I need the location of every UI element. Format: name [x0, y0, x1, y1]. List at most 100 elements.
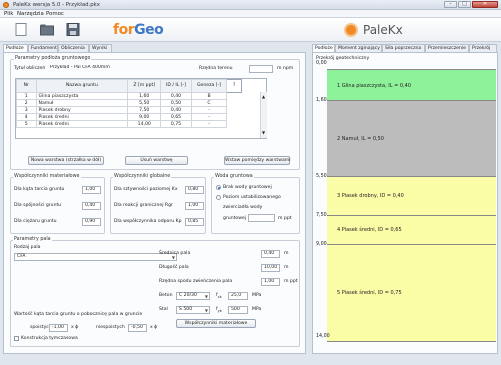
table-cell[interactable]: 1,60	[127, 92, 162, 100]
terrain-label: Rzędna terenu	[199, 66, 233, 71]
table-row[interactable]: 4 Piasek średni 9,00 0,65-	[16, 113, 242, 121]
table-cell[interactable]: B	[190, 92, 228, 100]
soil-layer-label: 2 Namuł, IL = 0,50	[337, 135, 384, 142]
scroll-down-icon[interactable]: ▼	[262, 130, 265, 135]
temporary-checkbox[interactable]	[14, 336, 19, 341]
soil-layer-label: 1 Glina piaszczysta, IL = 0,40	[337, 82, 412, 89]
global-input-1[interactable]: 0,80	[185, 186, 204, 194]
material-input-1[interactable]: 1,00	[82, 186, 101, 194]
table-scrollbar[interactable]: ▲ ▼	[260, 92, 267, 138]
depth-label: 5,50	[316, 173, 327, 179]
toolbar: forGeo PaleKx	[0, 18, 501, 42]
table-cell[interactable]: 9,00	[127, 113, 162, 121]
no-water-label: Brak wody gruntowej	[223, 185, 272, 190]
steel-select[interactable]: S 500 ▼	[176, 306, 210, 314]
col-id: ID / IL [-]	[160, 79, 192, 93]
depth-label: 1,60	[316, 98, 327, 104]
table-cell[interactable]: 0,40	[160, 106, 192, 114]
table-cell[interactable]: 0,65	[160, 113, 192, 121]
maximize-button[interactable]: □	[458, 1, 471, 8]
table-row[interactable]: 2 Namuł 5,50 0,50 C	[16, 99, 242, 107]
table-cell[interactable]: 0,75	[160, 120, 192, 128]
diameter-unit: m	[284, 251, 289, 256]
depth-label: 14,00	[316, 334, 330, 339]
table-cell[interactable]: -	[190, 120, 228, 128]
new-file-icon[interactable]	[14, 23, 28, 36]
noncohesive-label: niespoistych	[96, 325, 125, 330]
table-cell[interactable]: Piasek średni	[35, 113, 129, 121]
fyk-input[interactable]: 500	[228, 306, 248, 314]
fyk-label: fyk	[216, 307, 222, 313]
delete-layer-button[interactable]: Usuń warstwę	[125, 156, 188, 165]
table-row[interactable]: 3 Piasek drobny 7,50 0,40-	[16, 106, 242, 114]
cap-level-input[interactable]: 1,00	[261, 278, 280, 286]
fck-input[interactable]: 25,0	[228, 292, 248, 300]
add-layer-button[interactable]: Nowa warstwa (strzałka w dół)	[28, 156, 104, 165]
material-input-3[interactable]: 0,90	[82, 218, 101, 226]
water-level-input[interactable]	[248, 214, 275, 222]
help-button[interactable]: ?	[226, 79, 242, 93]
table-cell[interactable]: Piasek drobny	[35, 106, 129, 114]
table-cell[interactable]: 0,40	[160, 92, 192, 100]
table-cell[interactable]: 5,50	[127, 99, 162, 107]
scroll-up-icon[interactable]: ▲	[262, 94, 265, 99]
soil-layer-2: 2 Namuł, IL = 0,50	[327, 100, 496, 176]
open-folder-icon[interactable]	[40, 23, 54, 36]
save-icon[interactable]	[66, 23, 80, 36]
pile-type-select[interactable]: CFA ▼	[14, 253, 177, 261]
table-cell[interactable]: 14,00	[127, 120, 162, 128]
title-input[interactable]: Przykład - Pal CFA 400mm	[48, 65, 166, 73]
material-coeff-button[interactable]: Współczynniki materiałowe	[176, 319, 256, 328]
cohesive-input[interactable]: -1,00	[49, 324, 68, 332]
table-cell[interactable]: 4	[16, 113, 37, 121]
terrain-input[interactable]	[249, 65, 273, 73]
soil-layer-label: 3 Piasek drobny, ID = 0,40	[337, 193, 404, 200]
table-cell[interactable]: 5	[16, 120, 37, 128]
global-label-3: Dla współczynnika odporu Kp	[114, 219, 182, 224]
menu-narzedzia[interactable]: Narzędzia	[17, 11, 44, 17]
tab-shear[interactable]: Siła poprzeczna	[382, 44, 425, 52]
global-input-2[interactable]: 1,00	[185, 202, 204, 210]
insert-layer-button[interactable]: Wstaw pomiędzy warstwami	[224, 156, 291, 165]
depth-label: 7,50	[316, 212, 327, 218]
tab-section[interactable]: Przekrój	[469, 44, 497, 52]
noncohesive-input[interactable]: -0,50	[128, 324, 147, 332]
close-button[interactable]: ✕	[472, 1, 498, 8]
diameter-input[interactable]: 0,40	[261, 250, 280, 258]
concrete-select[interactable]: C 20/30 ▼	[176, 292, 210, 300]
material-input-2[interactable]: 0,40	[82, 202, 101, 210]
table-cell[interactable]: Glina piaszczysta	[35, 92, 129, 100]
table-cell[interactable]: Namuł	[35, 99, 129, 107]
menu-plik[interactable]: Plik	[4, 11, 13, 17]
table-cell[interactable]: -	[190, 106, 228, 114]
groundwater-group: Woda gruntowa Brak wody gruntowej Poziom…	[211, 174, 300, 234]
table-cell[interactable]: 2	[16, 99, 37, 107]
menu-pomoc[interactable]: Pomoc	[46, 11, 64, 17]
minimize-button[interactable]: –	[444, 1, 457, 8]
table-cell[interactable]: 7,50	[127, 106, 162, 114]
table-cell[interactable]: 3	[16, 106, 37, 114]
fck-label: fck	[216, 293, 222, 299]
depth-label: 0,00	[316, 61, 327, 66]
table-row[interactable]: 5 Piasek średni 14,00 0,75-	[16, 120, 242, 128]
global-input-3[interactable]: 0,85	[185, 218, 204, 226]
table-row[interactable]: 1 Glina piaszczysta 1,60 0,40 B	[16, 92, 242, 100]
tab-wyniki[interactable]: Wyniki	[89, 44, 112, 52]
table-cell[interactable]: C	[190, 99, 228, 107]
length-input[interactable]: 10,00	[261, 264, 280, 272]
chevron-down-icon: ▼	[204, 294, 208, 299]
tab-displacement[interactable]: Przemieszczenie	[425, 44, 469, 52]
water-level-unit: m ppt	[278, 216, 292, 221]
table-cell[interactable]: -	[190, 113, 228, 121]
water-level-radio[interactable]	[216, 195, 221, 200]
cap-level-label: Rzędna spodu zwieńczenia pala	[159, 279, 233, 284]
chevron-down-icon: ▼	[204, 308, 208, 313]
table-cell[interactable]: 0,50	[160, 99, 192, 107]
table-cell[interactable]: 1	[16, 92, 37, 100]
tab-moment[interactable]: Moment zginający	[335, 44, 382, 52]
table-cell[interactable]: Piasek średni	[35, 120, 129, 128]
no-water-radio[interactable]	[216, 185, 221, 190]
tab-fundament[interactable]: Fundament	[28, 44, 58, 52]
tab-obliczenia[interactable]: Obliczenia	[58, 44, 89, 52]
concrete-value: C 20/30	[179, 293, 197, 298]
